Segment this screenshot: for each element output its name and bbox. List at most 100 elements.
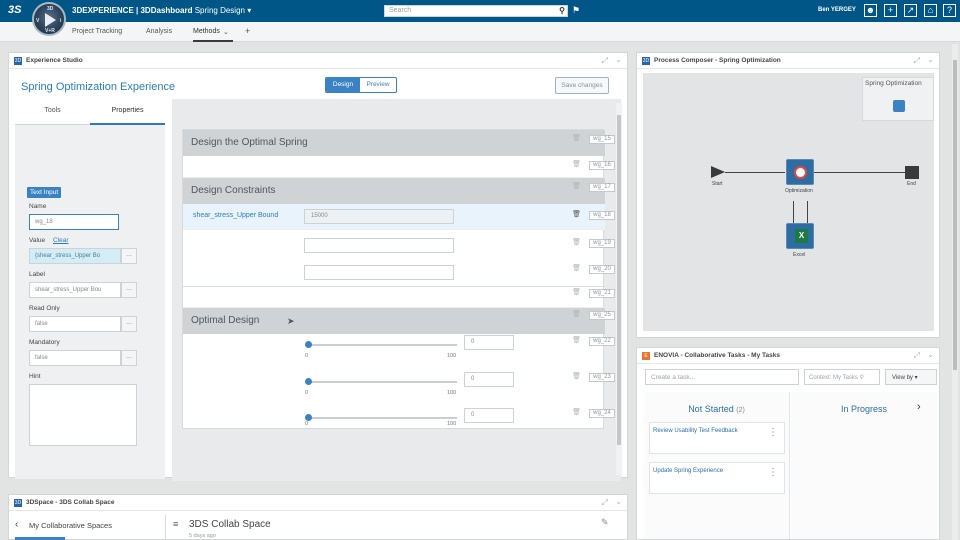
slider-handle[interactable] [305,414,312,421]
expand-icon[interactable]: ⤢ [914,351,920,361]
compass-icon[interactable]: 3D V i V+R [32,2,66,36]
context-filter[interactable]: Context: My Tasks ⚲ [804,369,880,385]
end-node-icon[interactable] [905,166,919,179]
widget-id-tag: wg_18 [589,211,615,220]
chevron-down-icon[interactable]: ⌄ [927,350,934,359]
tab-project-tracking[interactable]: Project Tracking [72,28,122,35]
view-by-dropdown[interactable]: View by ▾ [885,369,937,385]
slider-track[interactable] [309,417,457,419]
search-icon[interactable]: ⚲ [860,375,864,381]
tab-tools[interactable]: Tools [15,99,90,125]
compass-south[interactable]: V+R [45,28,55,34]
more-vertical-icon[interactable]: ⋮ [768,468,778,478]
trash-icon[interactable]: 🗑 [572,288,581,296]
back-chevron-icon[interactable]: ‹ [15,519,18,530]
tab-analysis[interactable]: Analysis [146,28,172,35]
tab-methods[interactable]: Methods [193,28,220,35]
optimization-node[interactable] [786,159,814,185]
start-node-icon[interactable] [711,166,725,178]
task-title[interactable]: Update Spring Experience [653,468,723,474]
trash-icon[interactable]: 🗑 [572,336,581,344]
expand-icon[interactable]: ⤢ [914,56,920,66]
home-icon[interactable]: ⌂ [924,4,937,17]
text-input-20[interactable] [304,265,454,280]
active-tab-indicator [193,40,233,42]
slider-value-input[interactable]: 0 [464,335,514,350]
section-optimal-design[interactable]: Optimal Design [183,308,605,334]
process-canvas[interactable]: Spring Optimization Start Optimization E… [643,73,934,331]
section-design-optimal-spring[interactable]: Design the Optimal Spring [183,130,605,156]
slider-value-input[interactable]: 0 [464,408,514,423]
expand-icon[interactable]: ⤢ [602,56,608,66]
preview-mode-button[interactable]: Preview [360,78,396,92]
task-card[interactable]: Update Spring Experience ⋮ [649,462,785,494]
user-name[interactable]: Ben YERGEY [818,7,856,13]
trash-icon[interactable]: 🗑 [572,310,581,318]
tab-methods-chevron-icon[interactable]: ⌄ [223,28,229,36]
value-ellipsis-button[interactable]: ... [121,248,137,264]
trash-icon[interactable]: 🗑 [572,238,581,246]
widget-app-icon: 3D [642,57,650,65]
compass-east[interactable]: i [60,18,61,24]
trash-icon[interactable]: 🗑 [572,408,581,416]
profile-icon[interactable]: ☻ [864,4,877,17]
help-icon[interactable]: ? [943,4,956,17]
hint-textarea[interactable] [29,384,137,446]
trash-icon[interactable]: 🗑 [572,264,581,272]
dashboard-chevron-icon[interactable]: ▾ [247,6,251,15]
label-input[interactable]: shear_stress_Upper Bou [29,282,121,298]
edit-icon[interactable]: ✎ [601,517,609,528]
canvas-scrollbar-thumb[interactable] [617,115,621,445]
trash-icon[interactable]: 🗑 [572,160,581,168]
trash-icon[interactable]: 🗑 [572,210,581,218]
label-ellipsis-button[interactable]: ... [121,282,137,298]
mandatory-label: Mandatory [29,339,60,346]
chevron-down-icon[interactable]: ⌄ [615,55,622,64]
design-mode-button[interactable]: Design [326,78,360,92]
trash-icon[interactable]: 🗑 [572,134,581,142]
add-tab-button[interactable]: + [245,26,250,36]
slider-handle[interactable] [305,341,312,348]
name-input[interactable]: wg_18 [29,214,119,230]
chevron-down-icon[interactable]: ⌄ [615,497,622,506]
task-card[interactable]: Review Usability Test Feedback ⋮ [649,422,785,454]
section-design-constraints[interactable]: Design Constraints [183,178,605,204]
excel-node[interactable]: X [786,223,814,249]
slider-track[interactable] [309,344,457,346]
share-icon[interactable]: ↗ [904,4,917,17]
trash-icon[interactable]: 🗑 [572,182,581,190]
add-icon[interactable]: + [884,4,897,17]
slider-handle[interactable] [305,378,312,385]
shear-stress-input[interactable]: 15000 [304,209,454,224]
search-input[interactable]: Search ⚲ [384,5,568,17]
chevron-down-icon[interactable]: ⌄ [927,55,934,64]
compass-north[interactable]: 3D [47,6,53,12]
create-task-input[interactable]: Create a task... [645,369,799,385]
mandatory-ellipsis-button[interactable]: ... [121,350,137,366]
back-link[interactable]: My Collaborative Spaces [29,521,112,530]
spacer-row[interactable] [183,156,605,178]
readonly-ellipsis-button[interactable]: ... [121,316,137,332]
tag-icon[interactable]: ⚑ [572,5,580,16]
spacer-row[interactable] [183,286,605,308]
save-changes-button[interactable]: Save changes [555,77,609,94]
value-input[interactable]: {shear_stress_Upper Bo [29,248,121,264]
task-title[interactable]: Review Usability Test Feedback [653,428,738,434]
compass-west[interactable]: V [36,18,39,24]
expand-icon[interactable]: ⤢ [602,498,608,508]
slider-value-input[interactable]: 0 [464,372,514,387]
text-input-19[interactable] [304,238,454,253]
page-scrollbar-thumb[interactable] [953,60,957,370]
tab-properties[interactable]: Properties [90,99,165,125]
chevron-right-icon[interactable]: › [917,401,921,413]
process-overview[interactable]: Spring Optimization [862,77,934,121]
list-icon[interactable]: ≡ [173,519,178,529]
more-vertical-icon[interactable]: ⋮ [768,428,778,438]
mandatory-input[interactable]: false [29,350,121,366]
search-icon[interactable]: ⚲ [559,6,565,15]
value-clear-link[interactable]: Clear [53,237,69,244]
slider-track[interactable] [309,381,457,383]
ds-logo[interactable]: 3S [8,4,21,16]
trash-icon[interactable]: 🗑 [572,372,581,380]
readonly-input[interactable]: false [29,316,121,332]
